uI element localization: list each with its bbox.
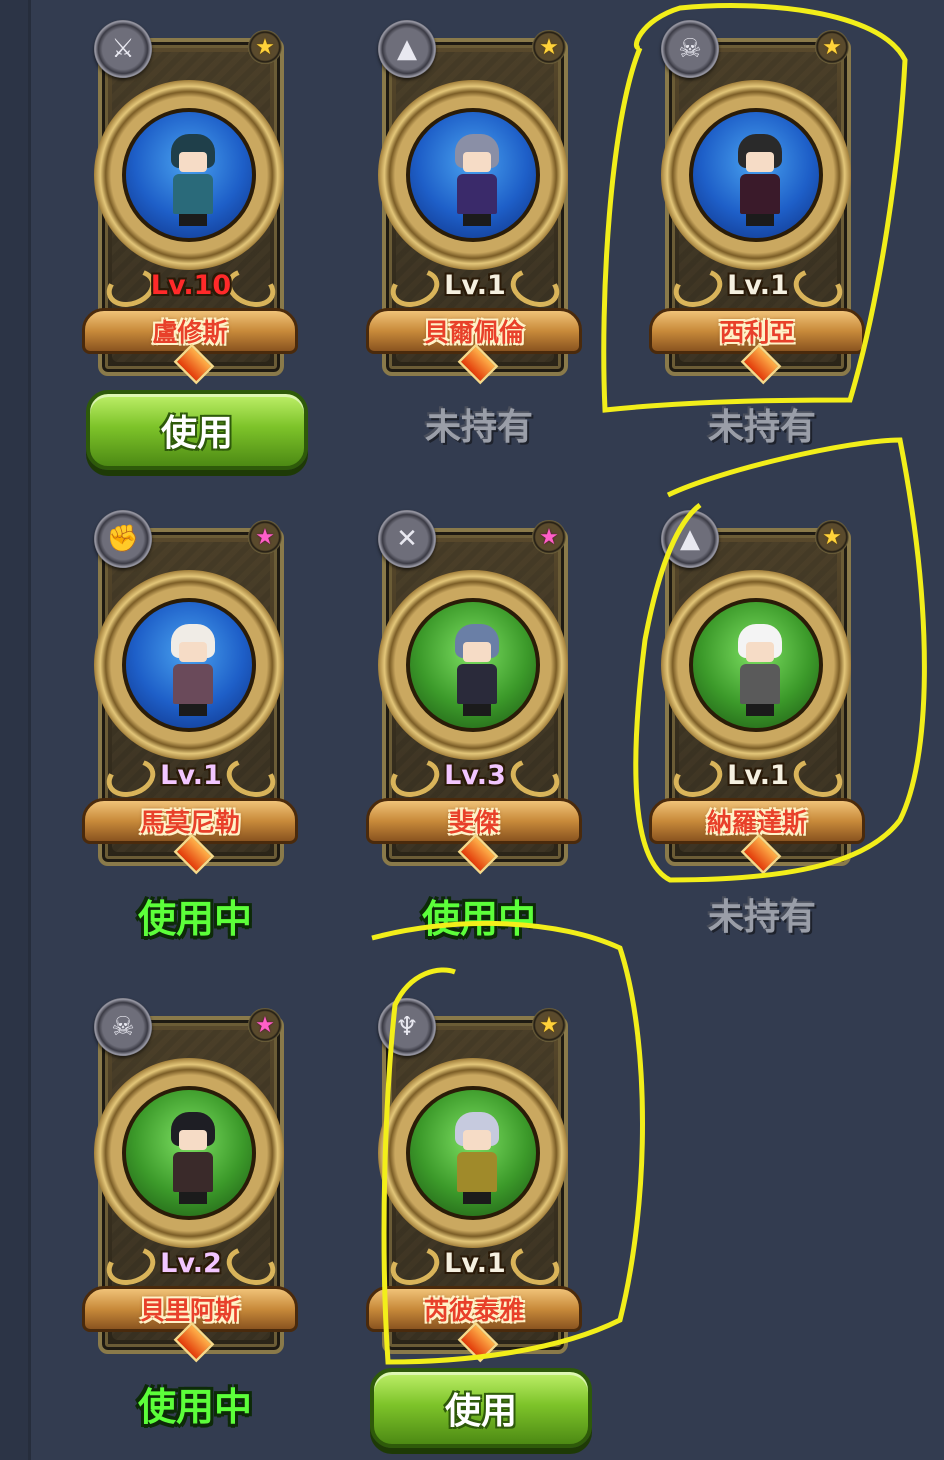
- sprite-face: [746, 152, 774, 172]
- sprite-legs: [463, 214, 491, 226]
- portrait-background: [122, 598, 256, 732]
- wings-icon: ♆: [378, 998, 436, 1056]
- character-sprite: [447, 134, 507, 226]
- character-sprite: [163, 1112, 223, 1204]
- witch-hat-icon: ▲: [661, 510, 719, 568]
- sprite-legs: [179, 1192, 207, 1204]
- portrait-medallion: [378, 1058, 568, 1248]
- shield-swords-icon: ✕: [378, 510, 436, 568]
- sprite-legs: [746, 214, 774, 226]
- rarity-star-icon: ★: [815, 520, 849, 554]
- sprite-legs: [179, 214, 207, 226]
- character-card[interactable]: ✕ ★ Lv.3 斐傑: [366, 508, 582, 875]
- rarity-star-icon: ★: [248, 1008, 282, 1042]
- sprite-legs: [179, 704, 207, 716]
- sprite-body: [173, 174, 213, 214]
- sprite-body: [173, 664, 213, 704]
- sprite-face: [746, 642, 774, 662]
- portrait-background: [406, 108, 540, 242]
- fist-icon: ✊: [94, 510, 152, 568]
- portrait-medallion: [94, 570, 284, 760]
- sprite-body: [740, 174, 780, 214]
- use-button[interactable]: 使用: [370, 1368, 592, 1448]
- rarity-star-icon: ★: [248, 520, 282, 554]
- portrait-medallion: [661, 80, 851, 270]
- sprite-body: [740, 664, 780, 704]
- in-use-label: 使用中: [137, 897, 252, 941]
- sprite-face: [463, 642, 491, 662]
- sprite-body: [457, 1152, 497, 1192]
- use-button[interactable]: 使用: [86, 390, 308, 470]
- portrait-medallion: [378, 570, 568, 760]
- in-use-label: 使用中: [137, 1385, 252, 1429]
- sprite-body: [457, 664, 497, 704]
- character-card[interactable]: ☠ ★ Lv.1 西利亞: [649, 18, 865, 385]
- sprite-face: [179, 152, 207, 172]
- sprite-face: [179, 642, 207, 662]
- rarity-star-icon: ★: [532, 30, 566, 64]
- character-card[interactable]: ⚔ ★ Lv.10 盧修斯: [82, 18, 298, 385]
- portrait-background: [122, 108, 256, 242]
- level-label: Lv.3: [444, 760, 506, 791]
- level-label: Lv.2: [160, 1248, 222, 1279]
- character-sprite: [447, 1112, 507, 1204]
- level-label: Lv.10: [150, 270, 232, 301]
- rarity-star-icon: ★: [532, 1008, 566, 1042]
- level-label: Lv.1: [444, 1248, 506, 1279]
- axe-icon: ⚔: [94, 20, 152, 78]
- level-label: Lv.1: [727, 760, 789, 791]
- sprite-body: [457, 174, 497, 214]
- character-card[interactable]: ✊ ★ Lv.1 馬莫尼勒: [82, 508, 298, 875]
- level-label: Lv.1: [444, 270, 506, 301]
- sprite-body: [173, 1152, 213, 1192]
- rarity-star-icon: ★: [248, 30, 282, 64]
- sprite-face: [463, 1130, 491, 1150]
- skull-icon: ☠: [661, 20, 719, 78]
- skull-icon: ☠: [94, 998, 152, 1056]
- character-sprite: [163, 624, 223, 716]
- character-card[interactable]: ▲ ★ Lv.1 納羅達斯: [649, 508, 865, 875]
- sprite-legs: [746, 704, 774, 716]
- use-button-label: 使用: [160, 413, 233, 454]
- sprite-legs: [463, 704, 491, 716]
- sprite-face: [179, 1130, 207, 1150]
- portrait-background: [406, 598, 540, 732]
- character-sprite: [730, 624, 790, 716]
- portrait-medallion: [94, 80, 284, 270]
- rarity-star-icon: ★: [815, 30, 849, 64]
- portrait-background: [689, 108, 823, 242]
- rarity-star-icon: ★: [532, 520, 566, 554]
- in-use-label: 使用中: [421, 897, 536, 941]
- character-card[interactable]: ☠ ★ Lv.2 貝里阿斯: [82, 996, 298, 1363]
- character-sprite: [447, 624, 507, 716]
- portrait-medallion: [94, 1058, 284, 1248]
- character-sprite: [730, 134, 790, 226]
- character-card[interactable]: ♆ ★ Lv.1 芮彼泰雅: [366, 996, 582, 1363]
- character-sprite: [163, 134, 223, 226]
- portrait-background: [122, 1086, 256, 1220]
- level-label: Lv.1: [160, 760, 222, 791]
- use-button-label: 使用: [444, 1391, 517, 1432]
- not-owned-label: 未持有: [707, 407, 816, 448]
- portrait-background: [689, 598, 823, 732]
- portrait-medallion: [378, 80, 568, 270]
- sprite-legs: [463, 1192, 491, 1204]
- portrait-background: [406, 1086, 540, 1220]
- witch-hat-icon: ▲: [378, 20, 436, 78]
- character-card[interactable]: ▲ ★ Lv.1 貝爾佩倫: [366, 18, 582, 385]
- not-owned-label: 未持有: [424, 407, 533, 448]
- portrait-medallion: [661, 570, 851, 760]
- sprite-face: [463, 152, 491, 172]
- not-owned-label: 未持有: [707, 897, 816, 938]
- level-label: Lv.1: [727, 270, 789, 301]
